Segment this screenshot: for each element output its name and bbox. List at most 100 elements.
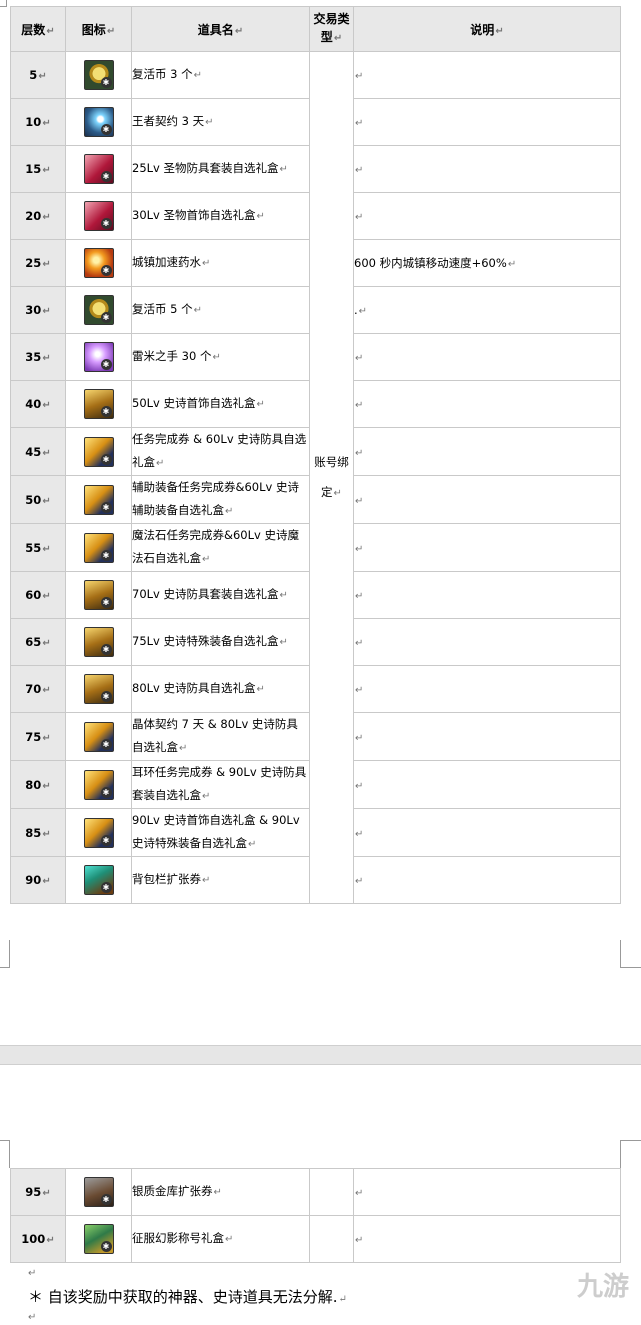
ticket-icon: ✱ [83, 721, 114, 752]
icon-cell: ✱ [65, 665, 132, 713]
note-cell: ↵ [353, 333, 621, 381]
floor-cell: 35↵ [10, 333, 66, 381]
header-floor: 层数↵ [10, 6, 66, 52]
item-name-cell: 90Lv 史诗首饰自选礼盒 & 90Lv 史诗特殊装备自选礼盒↵ [131, 808, 310, 857]
icon-cell: ✱ [65, 571, 132, 619]
note-cell: ↵ [353, 712, 621, 761]
potion-icon: ✱ [83, 248, 114, 278]
hand-icon: ✱ [83, 342, 114, 372]
floor-cell: 85↵ [10, 808, 66, 857]
chest-icon: ✱ [83, 580, 114, 610]
note-cell: ↵ [353, 98, 621, 146]
contract-icon: ✱ [83, 107, 114, 137]
floor-cell: 75↵ [10, 712, 66, 761]
reward-table: 层数↵ 图标↵ 道具名↵ 交易类型↵ 说明↵ 5↵ ✱ 复活币 3 个↵ 账号绑定↵ ↵… [10, 6, 621, 904]
floor-cell: 100↵ [10, 1215, 66, 1263]
item-name-cell: 80Lv 史诗防具自选礼盒↵ [131, 665, 310, 713]
note-cell: ↵ [353, 475, 621, 524]
item-name-cell: 50Lv 史诗首饰自选礼盒↵ [131, 380, 310, 428]
floor-cell: 10↵ [10, 98, 66, 146]
floor-cell: 80↵ [10, 760, 66, 809]
icon-cell: ✱ [65, 333, 132, 381]
floor-cell: 15↵ [10, 145, 66, 193]
item-name-cell: 背包栏扩张券↵ [131, 856, 310, 904]
icon-cell: ✱ [65, 475, 132, 524]
note-cell: ↵ [353, 665, 621, 713]
note-cell: 600 秒内城镇移动速度+60%↵ [353, 239, 621, 287]
ticket-icon: ✱ [83, 817, 114, 848]
note-cell: ↵ [353, 760, 621, 809]
icon-cell: ✱ [65, 712, 132, 761]
page-gap [0, 1045, 641, 1065]
trade-type-cell: 账号绑定↵ [309, 51, 354, 904]
document-page: 层数↵ 图标↵ 道具名↵ 交易类型↵ 说明↵ 5↵ ✱ 复活币 3 个↵ 账号绑定↵ ↵… [0, 0, 641, 1325]
item-name-cell: 耳环任务完成券 & 90Lv 史诗防具套装自选礼盒↵ [131, 760, 310, 809]
item-name-cell: 银质金库扩张券↵ [131, 1168, 310, 1216]
header-note: 说明↵ [353, 6, 621, 52]
icon-cell: ✱ [65, 760, 132, 809]
item-name-cell: 魔法石任务完成券&60Lv 史诗魔法石自选礼盒↵ [131, 523, 310, 572]
item-name-cell: 王者契约 3 天↵ [131, 98, 310, 146]
item-name-cell: 25Lv 圣物防具套装自选礼盒↵ [131, 145, 310, 193]
floor-cell: 20↵ [10, 192, 66, 240]
icon-cell: ✱ [65, 523, 132, 572]
icon-cell: ✱ [65, 145, 132, 193]
ticket-icon: ✱ [83, 484, 114, 515]
icon-cell: ✱ [65, 1215, 132, 1263]
icon-cell: ✱ [65, 380, 132, 428]
note-cell: ↵ [353, 618, 621, 666]
table-row: 5↵ ✱ 复活币 3 个↵ 账号绑定↵ ↵ [10, 51, 621, 904]
icon-cell: ✱ [65, 1168, 132, 1216]
paragraph-mark: ↵ [28, 1312, 37, 1323]
item-name-cell: 75Lv 史诗特殊装备自选礼盒↵ [131, 618, 310, 666]
trade-cell [309, 1168, 354, 1216]
page-corner-mark [0, 0, 7, 7]
ticket-icon: ✱ [83, 769, 114, 800]
note-cell: ↵ [353, 51, 621, 99]
icon-cell: ✱ [65, 98, 132, 146]
floor-cell: 70↵ [10, 665, 66, 713]
armor-box-icon: ✱ [83, 201, 114, 231]
icon-cell: ✱ [65, 286, 132, 334]
floor-cell: 25↵ [10, 239, 66, 287]
item-name-cell: 雷米之手 30 个↵ [131, 333, 310, 381]
item-name-cell: 任务完成券 & 60Lv 史诗防具自选礼盒↵ [131, 427, 310, 476]
header-icon: 图标↵ [65, 6, 132, 52]
chest-icon: ✱ [83, 674, 114, 704]
floor-cell: 40↵ [10, 380, 66, 428]
coin-icon: ✱ [83, 60, 114, 90]
bag-icon: ✱ [83, 865, 114, 895]
footnote: ＊ 自该奖励中获取的神器、史诗道具无法分解.↵ [28, 1288, 347, 1306]
watermark-logo: 九游 [576, 1272, 629, 1302]
header-name: 道具名↵ [131, 6, 310, 52]
item-name-cell: 30Lv 圣物首饰自选礼盒↵ [131, 192, 310, 240]
vault-icon: ✱ [83, 1177, 114, 1207]
ticket-icon: ✱ [83, 532, 114, 563]
icon-cell: ✱ [65, 239, 132, 287]
item-name-cell: 晶体契约 7 天 & 80Lv 史诗防具自选礼盒↵ [131, 712, 310, 761]
icon-cell: ✱ [65, 51, 132, 99]
page-break-top-edge [0, 1140, 641, 1168]
table-row: 100↵ ✱ 征服幻影称号礼盒↵ ↵ [10, 1215, 621, 1263]
note-cell: ↵ [353, 856, 621, 904]
table-row: 95↵ ✱ 银质金库扩张券↵ ↵ [10, 1168, 621, 1216]
chest-icon: ✱ [83, 627, 114, 657]
icon-cell: ✱ [65, 427, 132, 476]
note-cell: ↵ [353, 808, 621, 857]
icon-cell: ✱ [65, 856, 132, 904]
table-header-row: 层数↵ 图标↵ 道具名↵ 交易类型↵ 说明↵ [10, 6, 621, 52]
icon-cell: ✱ [65, 192, 132, 240]
floor-cell: 90↵ [10, 856, 66, 904]
note-cell: ↵ [353, 192, 621, 240]
floor-cell: 45↵ [10, 427, 66, 476]
icon-cell: ✱ [65, 618, 132, 666]
item-name-cell: 征服幻影称号礼盒↵ [131, 1215, 310, 1263]
chest-icon: ✱ [83, 389, 114, 419]
page-break-bottom-edge [0, 940, 641, 968]
floor-cell: 5↵ [10, 51, 66, 99]
note-cell: ↵ [353, 380, 621, 428]
note-cell: ↵ [353, 523, 621, 572]
note-cell: ↵ [353, 1215, 621, 1263]
paragraph-mark: ↵ [28, 1268, 37, 1279]
note-cell: ↵ [353, 427, 621, 476]
